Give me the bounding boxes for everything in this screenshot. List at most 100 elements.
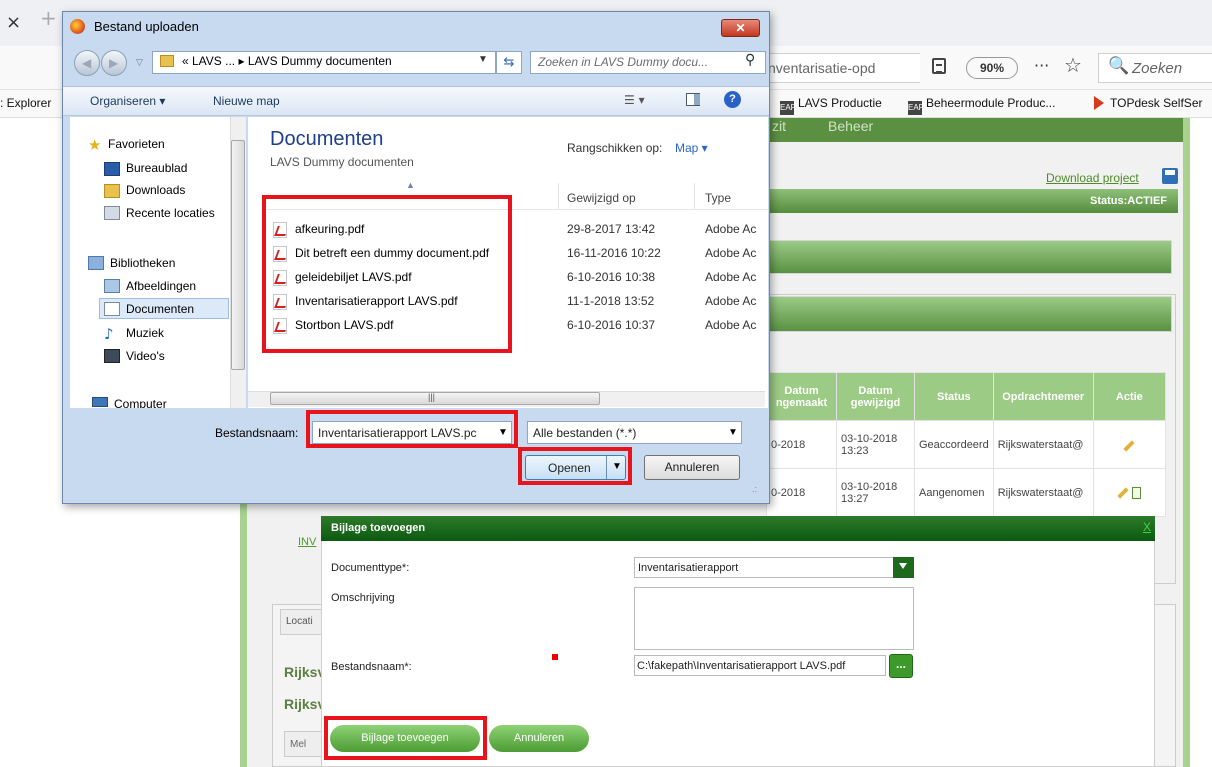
bestandsnaam-label: Bestandsnaam*: — [331, 661, 412, 673]
document-icon[interactable] — [1132, 486, 1142, 499]
modal-close-button[interactable]: X — [1143, 520, 1151, 534]
highlight-filename — [306, 410, 518, 448]
nav-scrollbar-thumb[interactable] — [231, 140, 245, 370]
eap-icon: EAP — [908, 101, 924, 115]
bookmark-topdesk[interactable]: TOPdesk SelfSer — [1094, 96, 1202, 110]
download-project-link[interactable]: Download project — [1046, 171, 1139, 185]
nav-desktop[interactable]: Bureaublad — [126, 161, 187, 175]
reader-view-icon[interactable] — [932, 58, 946, 74]
tab-melding[interactable]: Mel — [284, 731, 324, 757]
column-header-modified[interactable]: Gewijzigd op — [567, 191, 636, 205]
nav-music[interactable]: Muziek — [126, 326, 164, 340]
address-path[interactable]: « LAVS ... ▸ LAVS Dummy documenten — [182, 54, 392, 68]
bookmark-label: : Explorer — [0, 96, 52, 110]
column-header[interactable]: Status — [914, 372, 994, 421]
bookmark-lavs-productie[interactable]: EAP LAVS Productie — [780, 96, 882, 115]
file-type: Adobe Ac — [705, 294, 757, 308]
table-header-row: Datum ngemaakt Datum gewijzigd Status Op… — [766, 372, 1167, 421]
bookmark-explorer[interactable]: : Explorer — [0, 96, 51, 110]
modal-cancel-button[interactable]: Annuleren — [489, 725, 589, 752]
modal-title: Bijlage toevoegen — [331, 522, 426, 534]
inventarisatie-link[interactable]: INV — [298, 536, 316, 548]
chevron-down-icon[interactable] — [893, 557, 914, 578]
nav-item-beheer[interactable]: Beheer — [828, 118, 873, 134]
documenttype-label: Documenttype*: — [331, 562, 410, 574]
recent-locations-icon — [104, 206, 120, 220]
table-cell: 0-2018 — [766, 420, 837, 469]
bookmark-star-icon[interactable]: ☆ — [1064, 53, 1082, 77]
arrange-by-dropdown[interactable]: Map ▾ — [675, 141, 708, 155]
view-options-icon[interactable]: ☰ ▾ — [624, 93, 645, 107]
tab-close-icon[interactable]: × — [6, 12, 21, 33]
chevron-down-icon[interactable]: ▼ — [728, 427, 738, 438]
file-date: 29-8-2017 13:42 — [567, 222, 656, 236]
edit-icon[interactable] — [1123, 439, 1136, 452]
bookmark-label: Beheermodule Produc... — [926, 96, 1056, 110]
zoom-level-badge[interactable]: 90% — [966, 57, 1018, 79]
bookmark-beheermodule[interactable]: EAP Beheermodule Produc... — [908, 96, 1055, 115]
nav-libraries[interactable]: Bibliotheken — [110, 256, 175, 270]
nav-documents[interactable]: Documenten — [126, 302, 194, 316]
music-icon: ♪ — [104, 325, 114, 343]
nav-recent[interactable]: Recente locaties — [126, 206, 215, 220]
column-header-type[interactable]: Type — [705, 191, 731, 205]
omschrijving-textarea[interactable] — [634, 587, 914, 650]
refresh-icon[interactable]: ⇆ — [496, 51, 522, 74]
search-icon[interactable]: ⚲ — [745, 52, 755, 68]
column-divider[interactable] — [694, 183, 695, 209]
topdesk-arrow-icon — [1094, 96, 1104, 110]
nav-downloads[interactable]: Downloads — [126, 183, 185, 197]
save-icon[interactable] — [1162, 168, 1178, 184]
file-type-filter[interactable]: Alle bestanden (*.*) — [527, 421, 742, 444]
sort-ascending-icon: ▲ — [406, 180, 415, 190]
table-row[interactable]: 0-2018 03-10-2018 13:27 Aangenomen Rijks… — [766, 468, 1167, 517]
bookmark-label: TOPdesk SelfSer — [1110, 96, 1203, 110]
table-cell: Geaccordeerd — [914, 420, 994, 469]
file-date: 6-10-2016 10:37 — [567, 318, 656, 332]
url-text: nventarisatie-opd — [768, 60, 876, 76]
dialog-close-button[interactable]: ✕ — [721, 19, 760, 37]
documenttype-select[interactable]: Inventarisatierapport — [634, 557, 914, 578]
dialog-title: Bestand uploaden — [94, 19, 199, 34]
opdrachten-table: Datum ngemaakt Datum gewijzigd Status Op… — [766, 372, 1167, 517]
dialog-search-placeholder: Zoeken in LAVS Dummy docu... — [538, 55, 709, 69]
bestandsnaam-field[interactable]: C:\fakepath\Inventarisatierapport LAVS.p… — [634, 655, 886, 676]
file-type: Adobe Ac — [705, 270, 757, 284]
column-header[interactable]: Opdrachtnemer — [992, 372, 1094, 421]
tab-locatie[interactable]: Locati — [280, 609, 324, 635]
nav-pictures[interactable]: Afbeeldingen — [126, 279, 196, 293]
new-tab-icon[interactable]: + — [40, 6, 60, 32]
firefox-icon — [70, 19, 85, 34]
preview-pane-icon[interactable] — [686, 93, 700, 106]
chevron-down-icon[interactable]: ▼ — [478, 54, 488, 65]
edit-icon[interactable] — [1117, 487, 1130, 500]
new-folder-button[interactable]: Nieuwe map — [213, 94, 280, 108]
column-header[interactable]: Datum gewijzigd — [836, 372, 915, 421]
bookmark-label: LAVS Productie — [798, 96, 882, 110]
file-date: 6-10-2016 10:38 — [567, 270, 656, 284]
dialog-cancel-button[interactable]: Annuleren — [644, 455, 740, 480]
more-actions-icon[interactable]: ··· — [1034, 56, 1049, 75]
table-row[interactable]: 0-2018 03-10-2018 13:23 Geaccordeerd Rij… — [766, 420, 1167, 469]
nav-computer[interactable]: Computer — [114, 397, 167, 408]
arrange-by-label: Rangschikken op: — [567, 141, 663, 155]
recent-locations-icon[interactable]: ▽ — [136, 57, 143, 68]
help-icon[interactable]: ? — [724, 91, 741, 108]
browse-button[interactable]: ... — [889, 654, 913, 678]
browser-search-placeholder: Zoeken — [1132, 60, 1183, 77]
column-header[interactable]: Actie — [1092, 372, 1167, 421]
column-divider[interactable] — [558, 183, 559, 209]
nav-favorites[interactable]: Favorieten — [108, 137, 165, 151]
file-type: Adobe Ac — [705, 222, 757, 236]
nav-videos[interactable]: Video's — [126, 349, 165, 363]
organize-button[interactable]: Organiseren ▾ — [90, 94, 165, 108]
search-icon: 🔍 — [1108, 56, 1130, 76]
desktop-icon — [104, 162, 120, 176]
column-header[interactable]: Datum ngemaakt — [766, 372, 837, 421]
highlight-file-list — [262, 195, 512, 353]
library-title: Documenten — [270, 128, 384, 150]
table-cell: Rijkswaterstaat@ — [992, 420, 1094, 469]
nav-item-partial[interactable]: zit — [772, 118, 786, 134]
table-cell: Rijkswaterstaat@ — [992, 468, 1094, 517]
resize-grip-icon[interactable]: .: — [752, 484, 757, 494]
